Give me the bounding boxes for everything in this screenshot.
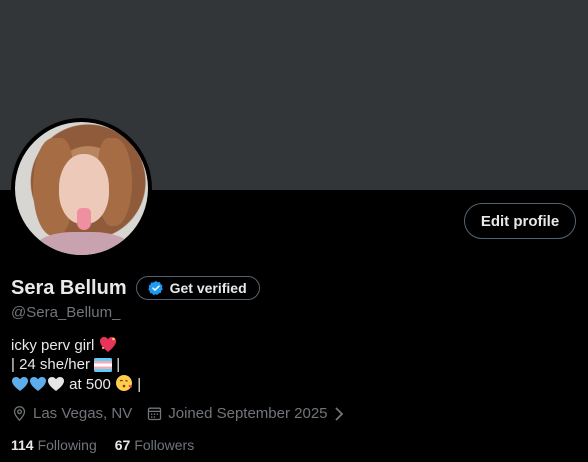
sparkling-heart-emoji-icon (99, 336, 117, 353)
joined-date[interactable]: Joined September 2025 (146, 405, 344, 422)
get-verified-button[interactable]: Get verified (135, 276, 260, 300)
profile-meta: Las Vegas, NV Joined September 2025 (11, 405, 359, 422)
user-handle: @Sera_Bellum_ (11, 304, 121, 321)
bio-line-3-suffix: | (137, 376, 142, 393)
avatar[interactable] (11, 118, 152, 259)
transgender-flag-emoji-icon (94, 358, 113, 372)
chevron-right-icon (333, 406, 345, 422)
followers-label: Followers (134, 437, 195, 453)
following-link[interactable]: 114 Following (11, 437, 97, 453)
blue-heart-emoji-icon (29, 376, 47, 392)
display-name: Sera Bellum (11, 276, 127, 299)
following-label: Following (37, 437, 97, 453)
edit-profile-button[interactable]: Edit profile (464, 203, 576, 239)
bio-line-1: icky perv girl (11, 336, 141, 355)
joined-text: Joined September 2025 (168, 405, 328, 422)
location: Las Vegas, NV (11, 405, 132, 422)
followers-link[interactable]: 67 Followers (115, 437, 194, 453)
location-icon (11, 405, 28, 422)
bio: icky perv girl | 24 she/her | at 500 | (11, 336, 141, 394)
bio-line-1-text: icky perv girl (11, 337, 95, 354)
name-row: Sera Bellum Get verified (11, 276, 260, 300)
location-text: Las Vegas, NV (33, 405, 133, 422)
avatar-image[interactable] (15, 122, 148, 255)
face-blowing-kiss-emoji-icon (115, 374, 133, 392)
blue-heart-emoji-icon (11, 376, 29, 392)
bio-line-3: at 500 | (11, 374, 141, 394)
avatar-tongue (77, 208, 91, 230)
bio-line-2-text: | 24 she/her (11, 356, 90, 373)
bio-line-2: | 24 she/her | (11, 355, 141, 374)
calendar-icon (146, 405, 163, 422)
following-count: 114 (11, 437, 34, 453)
avatar-shirt (35, 232, 131, 255)
white-heart-emoji-icon (47, 376, 65, 392)
get-verified-label: Get verified (169, 280, 247, 296)
bio-line-3-text: at 500 (69, 376, 111, 393)
followers-count: 67 (114, 437, 131, 453)
bio-line-2-suffix: | (116, 356, 121, 373)
follow-stats: 114 Following 67 Followers (11, 437, 212, 453)
verified-badge-icon (147, 280, 164, 296)
